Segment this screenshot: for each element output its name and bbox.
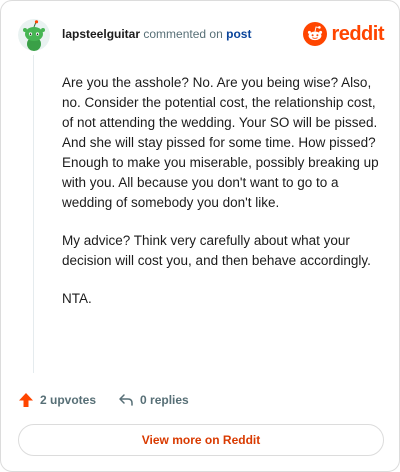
reply-button[interactable]: 0 replies [118,392,189,408]
upvote-count: 2 upvotes [40,393,97,407]
upvote-arrow-icon [19,393,33,407]
comment-paragraph: Are you the asshole? No. Are you being w… [62,75,379,210]
comment-body: Are you the asshole? No. Are you being w… [62,73,380,327]
snoo-avatar-icon [18,19,50,51]
reply-arrow-icon [119,394,133,406]
comment-header: lapsteelguitar commented on post reddit [18,13,384,53]
upvote-button[interactable]: 2 upvotes [18,392,96,408]
avatar[interactable] [18,19,50,51]
reply-count: 0 replies [140,393,189,407]
post-link[interactable]: post [226,27,251,41]
view-more-button[interactable]: View more on Reddit [18,424,384,456]
comment-actions: 2 upvotes 0 replies [18,389,189,411]
username[interactable]: lapsteelguitar [62,27,140,41]
reddit-snoo-icon [303,22,328,46]
thread-line[interactable] [33,55,34,373]
comment-action-text: commented on [143,27,223,41]
reddit-comment-embed: lapsteelguitar commented on post reddit … [0,0,400,472]
comment-paragraph: My advice? Think very carefully about wh… [62,233,371,268]
reddit-wordmark: reddit [331,22,384,45]
comment-paragraph: NTA. [62,291,92,306]
comment-meta: lapsteelguitar commented on post [62,27,251,41]
reddit-logo[interactable]: reddit [303,21,384,47]
